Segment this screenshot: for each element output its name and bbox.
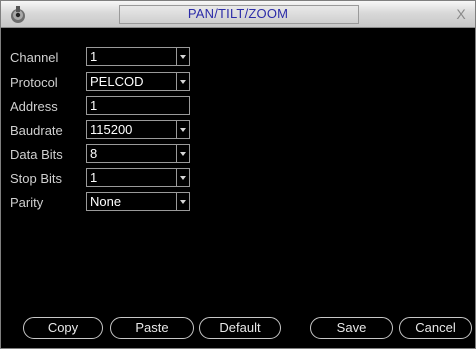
protocol-select[interactable]: PELCOD [86,72,190,91]
parity-label: Parity [10,195,44,210]
chevron-down-icon[interactable] [176,169,189,186]
chevron-down-icon[interactable] [176,193,189,210]
save-button[interactable]: Save [310,317,393,339]
close-button[interactable]: X [453,6,469,22]
stop-bits-value: 1 [90,170,98,185]
chevron-down-icon[interactable] [176,121,189,138]
channel-row: Channel 1 [1,47,201,69]
paste-button[interactable]: Paste [110,317,194,339]
data-bits-value: 8 [90,146,98,161]
data-bits-select[interactable]: 8 [86,144,190,163]
parity-value: None [90,194,122,209]
address-row: Address 1 [1,96,201,118]
baudrate-select[interactable]: 115200 [86,120,190,139]
baudrate-row: Baudrate 115200 [1,120,201,142]
chevron-down-icon[interactable] [176,48,189,65]
address-label: Address [10,99,58,114]
channel-select[interactable]: 1 [86,47,190,66]
address-value: 1 [90,98,98,113]
window-title: PAN/TILT/ZOOM [187,6,289,21]
channel-label: Channel [10,50,59,65]
parity-row: Parity None [1,192,201,214]
protocol-value: PELCOD [90,74,144,89]
chevron-down-icon[interactable] [176,73,189,90]
parity-select[interactable]: None [86,192,190,211]
channel-value: 1 [90,49,98,64]
cancel-button[interactable]: Cancel [399,317,472,339]
title-bar: PAN/TILT/ZOOM X [1,1,475,28]
close-icon: X [456,6,466,22]
chevron-down-icon[interactable] [176,145,189,162]
data-bits-label: Data Bits [10,147,63,162]
stop-bits-select[interactable]: 1 [86,168,190,187]
baudrate-value: 115200 [90,122,133,137]
ptz-dialog: PAN/TILT/ZOOM X Channel 1 Protocol PELCO… [0,0,476,349]
address-input[interactable]: 1 [86,96,190,115]
baudrate-label: Baudrate [10,123,63,138]
protocol-label: Protocol [10,75,58,90]
protocol-row: Protocol PELCOD [1,72,201,94]
stop-bits-row: Stop Bits 1 [1,168,201,190]
copy-button[interactable]: Copy [23,317,103,339]
stop-bits-label: Stop Bits [10,171,63,186]
data-bits-row: Data Bits 8 [1,144,201,166]
default-button[interactable]: Default [199,317,281,339]
